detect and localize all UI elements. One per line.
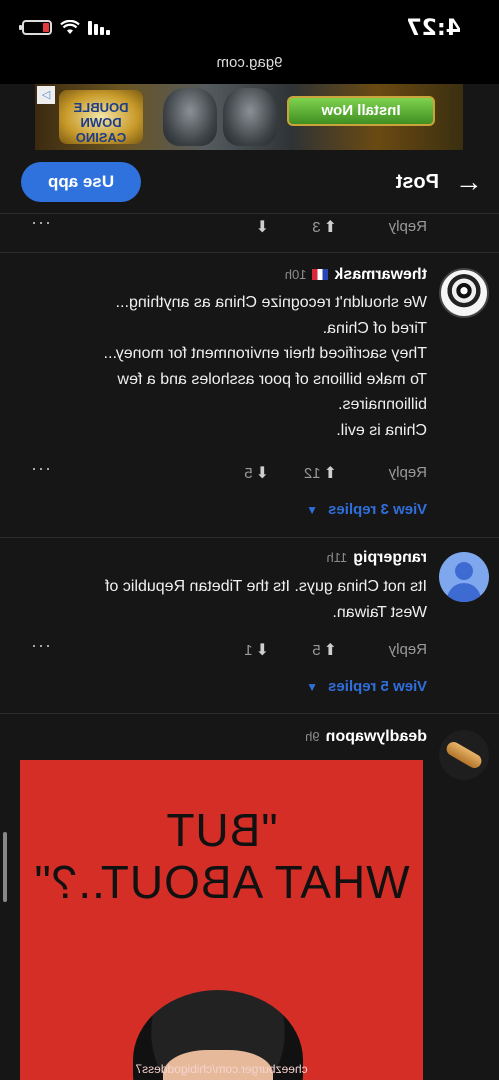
comment-line: To make billions of poor assholes and a …	[117, 370, 427, 388]
reply-button[interactable]: Reply	[389, 218, 427, 235]
upvote-button[interactable]: ⬆ 12	[304, 463, 337, 483]
comment-actions: Reply ⬆ 5 ⬇ 1 ···	[27, 635, 427, 661]
france-flag-icon	[312, 269, 329, 280]
comment-body: We shouldn't recognize China as anything…	[17, 290, 427, 444]
comment-time: 11h	[326, 550, 348, 565]
username[interactable]: thewarmask	[335, 266, 428, 283]
view-replies-button[interactable]: View 3 replies ▼	[306, 501, 427, 518]
downvote-count: 5	[244, 464, 253, 482]
view-replies-label: View 5 replies	[328, 678, 427, 695]
upvote-count: 5	[312, 641, 321, 659]
divider	[0, 537, 499, 538]
ad-brand: DOUBLE DOWN	[73, 100, 129, 130]
arrow-left-icon[interactable]: ←	[455, 166, 483, 197]
comment-body: Its not China guys. Its the Tibetan Repu…	[17, 574, 427, 625]
upvote-button[interactable]: ⬆ 5	[312, 640, 337, 660]
comment-line: West Taiwan.	[332, 603, 427, 621]
url-text: 9gag.com	[216, 54, 283, 71]
arrow-up-icon: ⬆	[323, 219, 337, 236]
comment-line: Tired of China.	[322, 319, 427, 337]
avatar[interactable]	[439, 552, 489, 602]
divider	[0, 252, 499, 253]
view-replies-label: View 3 replies	[328, 501, 427, 518]
username[interactable]: rangerpig	[353, 549, 427, 566]
comment-time: 10h	[284, 267, 307, 282]
downvote-button[interactable]: ⬇ 1	[244, 640, 269, 660]
cellular-signal-icon	[88, 20, 110, 35]
arrow-down-icon: ⬇	[255, 465, 269, 482]
comment-actions: Reply ⬆ 3 ⬇ ···	[27, 212, 427, 238]
comment-time: 9h	[305, 729, 320, 744]
use-app-button[interactable]: Use app	[21, 162, 141, 202]
wifi-icon	[60, 20, 80, 34]
more-options-button[interactable]: ···	[30, 635, 51, 656]
comment-user[interactable]: rangerpig 11h	[326, 549, 427, 567]
comment-line: billionnaires.	[338, 396, 427, 414]
upvote-button[interactable]: ⬆ 3	[312, 217, 337, 237]
watermark: cheezburger.com/chibigoddess7	[135, 1062, 308, 1076]
username[interactable]: deadlywapon	[326, 728, 427, 745]
upvote-count: 12	[303, 464, 321, 482]
reply-button[interactable]: Reply	[389, 464, 427, 481]
comment-user[interactable]: thewarmask 10h	[285, 266, 427, 284]
upvote-count: 3	[312, 218, 321, 236]
post-header: ← Post Use app	[0, 150, 499, 214]
comment-user[interactable]: deadlywapon 9h	[305, 728, 427, 746]
comment-line: Its not China guys. Its the Tibetan Repu…	[105, 578, 427, 595]
status-bar: 4:27	[0, 0, 499, 54]
downvote-button[interactable]: ⬇	[256, 217, 269, 237]
chevron-down-icon: ▼	[306, 680, 319, 694]
comment-actions: Reply ⬆ 12 ⬇ 5 ···	[27, 458, 427, 484]
comment-line: They sacrificed their environment for mo…	[103, 345, 427, 363]
downvote-button[interactable]: ⬇ 5	[244, 463, 269, 483]
downvote-count: 1	[244, 641, 253, 659]
chevron-down-icon: ▼	[306, 503, 319, 517]
comment-image[interactable]: "BUT WHAT ABOUT..?" cheezburger.com/chib…	[20, 760, 423, 1080]
page-title: Post	[395, 171, 439, 193]
url-bar[interactable]: 9gag.com	[0, 54, 499, 84]
ad-brand-sub: CASINO	[75, 130, 127, 145]
status-icons	[22, 20, 110, 35]
comment-line: China is evil.	[336, 421, 427, 439]
ad-banner[interactable]: Install Now DOUBLE DOWN CASINO ▷	[35, 84, 463, 150]
more-options-button[interactable]: ···	[30, 458, 51, 479]
status-time: 4:27	[406, 16, 461, 41]
gorilla-image	[163, 88, 217, 146]
scrollbar[interactable]	[3, 832, 7, 902]
more-options-button[interactable]: ···	[30, 212, 51, 233]
ad-logo: DOUBLE DOWN CASINO	[59, 90, 143, 145]
ad-install-button[interactable]: Install Now	[287, 96, 435, 126]
arrow-up-icon: ⬆	[323, 642, 337, 659]
reply-button[interactable]: Reply	[389, 641, 427, 658]
arrow-down-icon: ⬇	[255, 219, 269, 236]
divider	[0, 713, 499, 714]
avatar[interactable]	[439, 268, 489, 318]
arrow-up-icon: ⬆	[323, 465, 337, 482]
gorilla-image	[223, 88, 277, 146]
avatar[interactable]	[439, 730, 489, 780]
arrow-down-icon: ⬇	[255, 642, 269, 659]
meme-line: "BUT	[165, 804, 278, 856]
adchoices-icon[interactable]: ▷	[37, 86, 55, 104]
comment-line: We shouldn't recognize China as anything…	[115, 294, 427, 311]
meme-line: WHAT ABOUT..?"	[33, 856, 410, 908]
view-replies-button[interactable]: View 5 replies ▼	[306, 678, 427, 695]
battery-icon	[22, 20, 52, 35]
meme-text: "BUT WHAT ABOUT..?"	[20, 804, 423, 908]
screen: 4:27 9gag.com Install Now DOUBLE DOWN CAS…	[0, 0, 499, 1080]
